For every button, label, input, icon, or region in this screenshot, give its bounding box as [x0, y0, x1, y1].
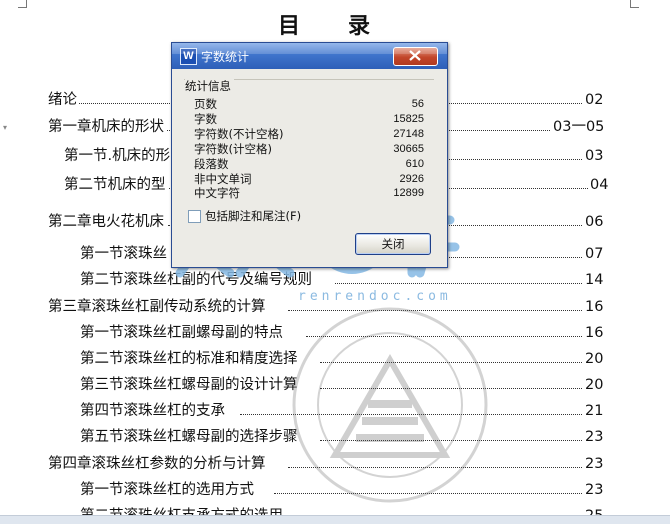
stat-label: 页数: [194, 97, 217, 111]
toc-entry[interactable]: 第四节滚珠丝杠的支承 21: [80, 400, 604, 422]
statistics-group-label: 统计信息: [185, 78, 234, 94]
close-icon[interactable]: [393, 47, 438, 66]
stat-label: 字符数(不计空格): [194, 127, 284, 141]
toc-entry-title: 第二节机床的型: [64, 174, 168, 196]
include-footnotes-label[interactable]: 包括脚注和尾注(F): [205, 208, 301, 224]
toc-entry-page: 21: [583, 400, 604, 422]
stat-value: 610: [405, 158, 424, 170]
toc-heading-char: 录: [348, 14, 371, 39]
toc-entry-page: 02: [583, 89, 604, 111]
toc-entry-page: 16: [583, 322, 604, 344]
toc-entry-title: 第一节滚珠丝杠副螺母副的特点: [80, 322, 285, 344]
stat-value: 2926: [399, 173, 424, 185]
toc-entry-page: 23: [583, 453, 604, 475]
stat-words: 字数 15825: [194, 112, 424, 126]
watermark-site-text: renrendoc.com: [298, 289, 452, 304]
toc-entry-page: 07: [583, 243, 604, 265]
toc-entry-page: 23: [583, 426, 604, 448]
stat-label: 中文字符: [194, 186, 240, 200]
close-button[interactable]: 关闭: [355, 233, 431, 255]
toc-entry-title: 第四节滚珠丝杠的支承: [80, 400, 227, 422]
stat-value: 12899: [393, 187, 424, 199]
stat-value: 56: [411, 98, 424, 110]
toc-entry-title: 第一章机床的形状: [48, 116, 166, 138]
toc-entry-title: 第一节滚珠丝: [80, 243, 169, 265]
toc-entry-title: 第三章滚珠丝杠副传动系统的计算: [48, 296, 268, 318]
toc-entry-page: 04: [588, 174, 609, 196]
toc-entry-page: 06: [583, 211, 604, 233]
page-corner-mark-left: [18, 0, 27, 8]
toc-entry[interactable]: 第四章滚珠丝杠参数的分析与计算 23: [48, 453, 604, 475]
wps-writer-icon: W: [180, 48, 197, 65]
stat-label: 字数: [194, 112, 217, 126]
toc-entry-title: 第二节滚珠丝杠的标准和精度选择: [80, 348, 300, 370]
toc-entry-title: 第三节滚珠丝杠螺母副的设计计算: [80, 374, 300, 396]
toc-entry-page: 03: [583, 145, 604, 167]
toc-entry[interactable]: 第三节滚珠丝杠螺母副的设计计算 20: [80, 374, 604, 396]
toc-entry-title: 第二章电火花机床: [48, 211, 166, 233]
toc-entry[interactable]: 第二节滚珠丝杠副的代号及编号规则 14: [80, 269, 604, 291]
toc-entry-title: 第五节滚珠丝杠螺母副的选择步骤: [80, 426, 300, 448]
toc-entry-title: 第一节滚珠丝杠的选用方式: [80, 479, 256, 501]
stat-value: 27148: [393, 128, 424, 140]
toc-entry-title: 第二节滚珠丝杠副的代号及编号规则: [80, 269, 314, 291]
stat-chars-with-spaces: 字符数(计空格) 30665: [194, 142, 424, 156]
toc-entry-page: 16: [583, 296, 604, 318]
close-x-icon: [409, 50, 421, 61]
stat-chinese-chars: 中文字符 12899: [194, 186, 424, 200]
toc-entry[interactable]: 第一节滚珠丝杠副螺母副的特点 16: [80, 322, 604, 344]
toc-entry-page: 23: [583, 479, 604, 501]
page-corner-mark-right: [630, 0, 639, 8]
toc-heading-char: 目: [278, 14, 301, 39]
toc-entry-page: 14: [583, 269, 604, 291]
toc-entry[interactable]: 第五节滚珠丝杠螺母副的选择步骤 23: [80, 426, 604, 448]
stat-pages: 页数 56: [194, 97, 424, 111]
dialog-title: 字数统计: [201, 50, 250, 64]
stat-non-chinese-words: 非中文单词 2926: [194, 172, 424, 186]
stat-label: 非中文单词: [194, 172, 252, 186]
toc-entry[interactable]: 第二节滚珠丝杠的标准和精度选择 20: [80, 348, 604, 370]
stat-label: 字符数(计空格): [194, 142, 272, 156]
collapse-caret-icon[interactable]: ▾: [3, 123, 7, 132]
toc-entry-title: 绪论: [48, 89, 79, 111]
toc-entry-page: 20: [583, 374, 604, 396]
dialog-titlebar[interactable]: W 字数统计: [172, 43, 447, 69]
stat-chars-no-spaces: 字符数(不计空格) 27148: [194, 127, 424, 141]
toc-entry[interactable]: 第一节滚珠丝杠的选用方式 23: [80, 479, 604, 501]
stat-value: 15825: [393, 113, 424, 125]
include-footnotes-checkbox[interactable]: [188, 210, 201, 223]
stat-label: 段落数: [194, 157, 229, 171]
toc-entry-title: 第四章滚珠丝杠参数的分析与计算: [48, 453, 268, 475]
word-count-dialog: W 字数统计 统计信息 页数 56 字数 15825 字符数(不计空格) 271…: [171, 42, 448, 268]
toc-entry-page: 03一05: [551, 116, 605, 138]
stat-paragraphs: 段落数 610: [194, 157, 424, 171]
toc-entry-page: 20: [583, 348, 604, 370]
toc-heading: 目录: [278, 8, 370, 40]
toc-entry-title: 第一节.机床的形: [64, 145, 173, 167]
stat-value: 30665: [393, 143, 424, 155]
